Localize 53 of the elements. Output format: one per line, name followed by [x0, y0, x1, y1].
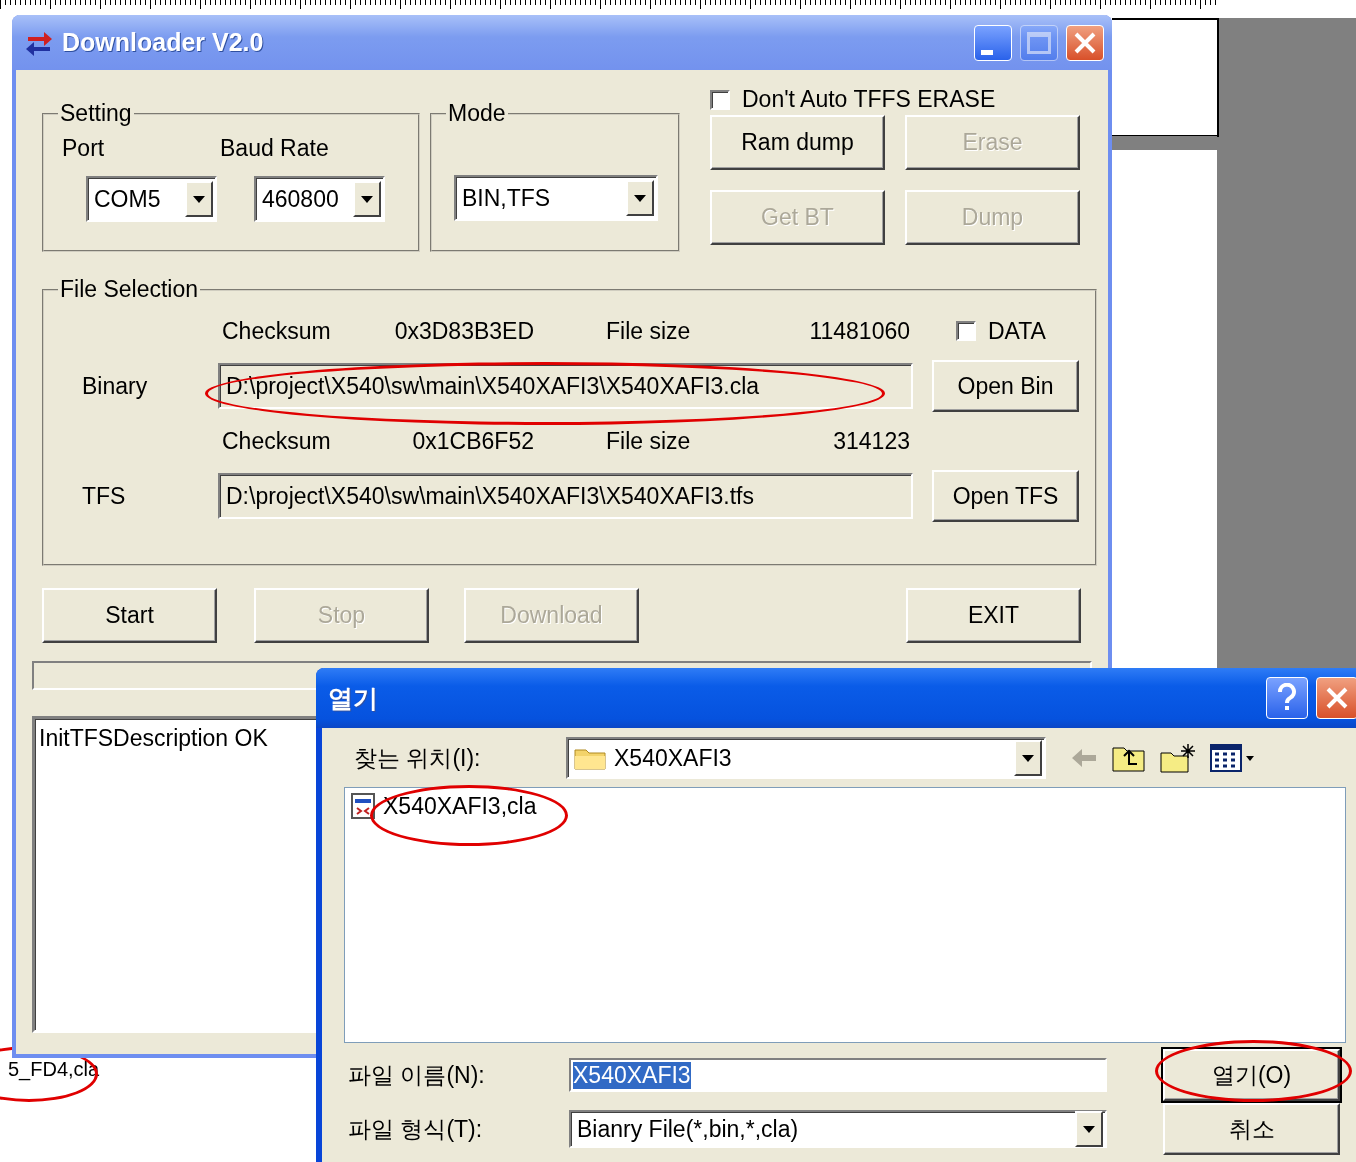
log-entry: InitTFSDescription OK	[39, 725, 269, 752]
close-button[interactable]	[1316, 677, 1356, 719]
file-name-field[interactable]: X540XAFI3	[569, 1058, 1107, 1092]
window-title: Downloader V2.0	[62, 28, 265, 57]
group-title: Mode	[447, 100, 507, 127]
action-button[interactable]: EXIT	[906, 588, 1081, 643]
minimize-button[interactable]	[974, 24, 1012, 61]
new-folder-icon[interactable]	[1160, 743, 1196, 773]
close-icon	[1072, 30, 1098, 55]
action-button[interactable]: Ram dump	[710, 115, 885, 170]
look-in-label: 찾는 위치(I):	[353, 743, 482, 773]
group-title: Setting	[59, 100, 133, 127]
dialog-title: 열기	[328, 682, 379, 714]
maximize-icon	[1026, 30, 1052, 55]
field-label: Port	[62, 135, 106, 162]
look-in-dropdown[interactable]: X540XAFI3	[566, 737, 1046, 779]
open-file-button[interactable]: Open Bin	[932, 360, 1079, 412]
minimize-icon	[981, 50, 993, 55]
checksum-value: 0x3D83B3ED	[393, 317, 534, 345]
file-item[interactable]: X540XAFI3,cla	[351, 792, 537, 820]
group-title: File Selection	[59, 276, 200, 303]
checkbox-label: DATA	[988, 317, 1046, 345]
file-type-label: 파일 형식(T):	[347, 1114, 484, 1144]
up-folder-icon[interactable]	[1112, 744, 1146, 772]
close-button[interactable]	[1066, 24, 1104, 61]
file-type-label: TFS	[82, 482, 127, 510]
file-icon	[351, 792, 377, 820]
question-mark-icon	[1276, 683, 1298, 713]
action-button[interactable]: Start	[42, 588, 217, 643]
file-size-value: 314123	[832, 427, 910, 455]
checksum-value: 0x1CB6F52	[411, 427, 534, 455]
checksum-label: Checksum	[222, 317, 332, 345]
file-size-label: File size	[606, 317, 692, 345]
file-size-value: 11481060	[808, 317, 910, 345]
file-name-label: 파일 이름(N):	[347, 1060, 486, 1090]
open-file-button[interactable]: Open TFS	[932, 470, 1079, 522]
baud-rate-dropdown[interactable]: 460800	[254, 176, 385, 222]
port-dropdown[interactable]: COM5	[86, 176, 217, 222]
open-button[interactable]: 열기(O)	[1163, 1049, 1340, 1101]
checkbox[interactable]	[710, 89, 730, 110]
checkbox[interactable]	[956, 321, 976, 341]
file-path-field[interactable]: D:\project\X540\sw\main\X540XAFI3\X540XAFI3.tfs	[218, 473, 913, 519]
file-size-label: File size	[606, 427, 692, 455]
file-type-label: Binary	[82, 372, 149, 400]
help-button[interactable]	[1266, 677, 1308, 719]
file-path-field[interactable]: D:\project\X540\sw\main\X540XAFI3\X540XAFI3.cla	[218, 363, 913, 409]
checkbox-label: Don't Auto TFFS ERASE	[742, 86, 996, 113]
checksum-label: Checksum	[222, 427, 332, 455]
cancel-button[interactable]: 취소	[1163, 1103, 1340, 1155]
field-label: Baud Rate	[220, 135, 329, 162]
file-type-dropdown[interactable]: Bianry File(*,bin,*,cla)	[569, 1110, 1107, 1148]
mode-dropdown[interactable]: BIN,TFS	[454, 175, 658, 221]
view-menu-icon[interactable]	[1210, 744, 1256, 772]
